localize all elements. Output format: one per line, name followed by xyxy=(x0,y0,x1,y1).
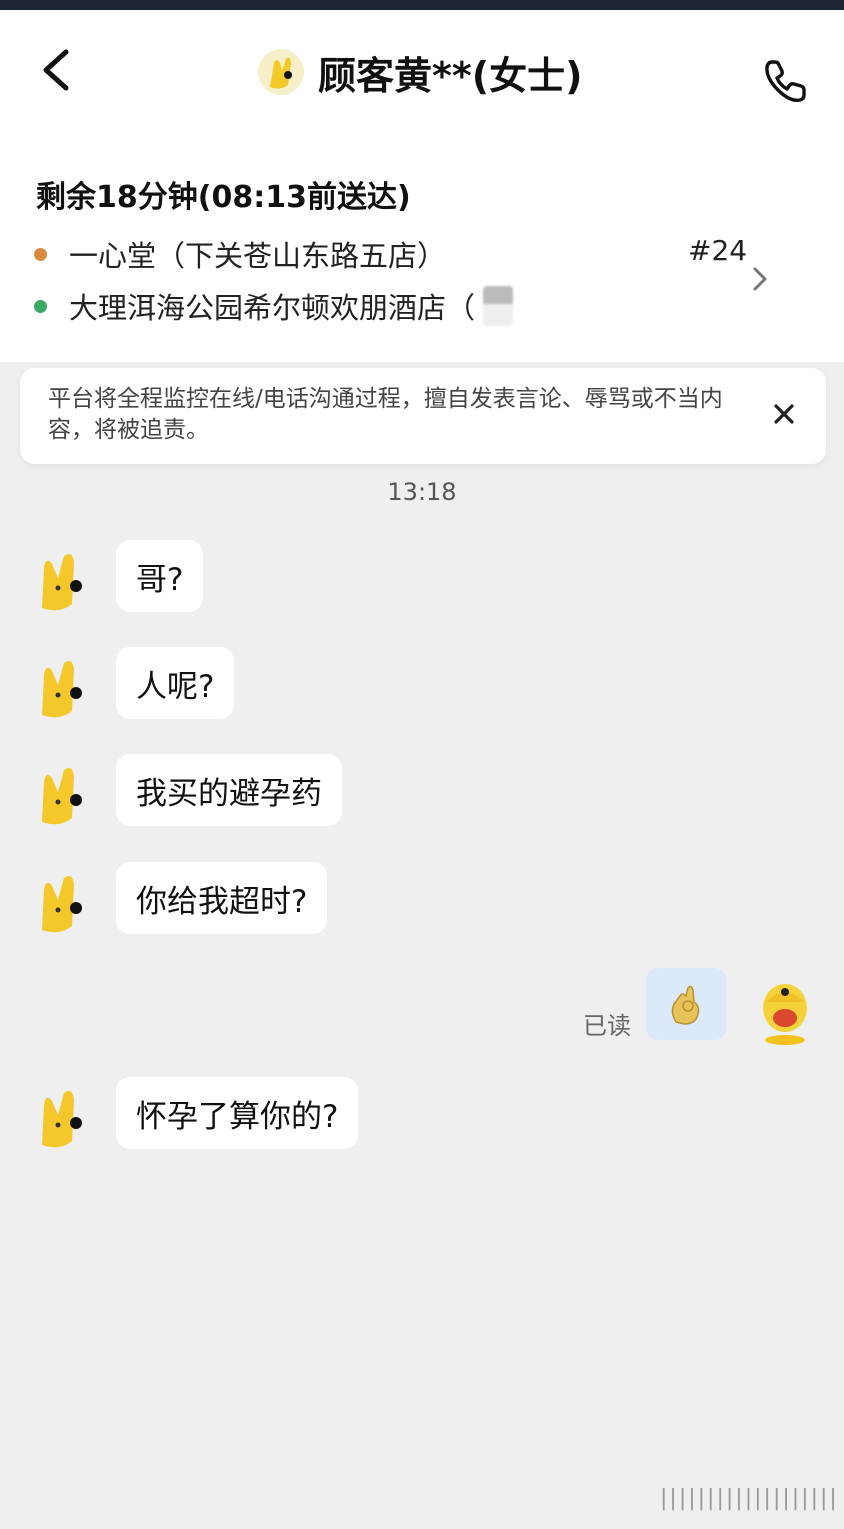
customer-avatar[interactable] xyxy=(34,870,90,938)
header-title-group: 顾客黄**(女士) xyxy=(258,46,582,98)
header: 顾客黄**(女士) xyxy=(0,10,844,150)
dropoff-stop: 大理洱海公园希尔顿欢朋酒店（ xyxy=(34,286,514,326)
message-bubble[interactable]: 人呢? xyxy=(116,647,235,719)
customer-avatar[interactable] xyxy=(34,548,90,616)
message-bubble[interactable]: 你给我超时? xyxy=(116,862,328,934)
pickup-stop: 一心堂（下关苍山东路五店） xyxy=(34,234,446,274)
chat-screen: 顾客黄**(女士) 剩余18分钟(08:13前送达) 一心堂（下关苍山东路五店）… xyxy=(0,0,844,1529)
close-icon[interactable] xyxy=(772,402,796,426)
customer-avatar[interactable] xyxy=(34,655,90,723)
notice-text: 平台将全程监控在线/电话沟通过程，擅自发表言论、辱骂或不当内容，将被追责。 xyxy=(48,386,723,443)
order-number: #24 xyxy=(688,234,748,267)
back-arrow-icon[interactable] xyxy=(36,46,80,94)
pickup-dot-icon xyxy=(34,247,47,261)
customer-avatar[interactable] xyxy=(34,762,90,830)
chevron-right-icon[interactable] xyxy=(750,264,770,294)
phone-icon[interactable] xyxy=(762,58,808,104)
chat-timestamp: 13:18 xyxy=(387,478,457,506)
message-bubble[interactable]: 怀孕了算你的? xyxy=(116,1077,359,1149)
message-bubble[interactable]: 哥? xyxy=(116,540,204,612)
monitoring-notice: 平台将全程监控在线/电话沟通过程，擅自发表言论、辱骂或不当内容，将被追责。 xyxy=(20,368,826,464)
status-bar xyxy=(0,0,844,10)
ok-hand-sticker-icon xyxy=(671,985,700,1025)
page-title: 顾客黄**(女士) xyxy=(318,53,583,98)
read-status: 已读 xyxy=(583,1012,631,1040)
customer-avatar[interactable] xyxy=(258,49,304,95)
message-bubble[interactable]: 我买的避孕药 xyxy=(116,754,342,826)
watermark: ||||||||||||||||||| xyxy=(660,1486,839,1511)
dropoff-name: 大理洱海公园希尔顿欢朋酒店（ xyxy=(69,291,476,325)
customer-avatar[interactable] xyxy=(34,1085,90,1153)
dropoff-dot-icon xyxy=(34,299,47,313)
order-panel[interactable]: 剩余18分钟(08:13前送达) 一心堂（下关苍山东路五店） #24 大理洱海公… xyxy=(0,150,844,362)
my-avatar[interactable] xyxy=(756,978,814,1046)
redacted-block xyxy=(483,286,514,326)
pickup-name: 一心堂（下关苍山东路五店） xyxy=(69,239,447,273)
delivery-eta: 剩余18分钟(08:13前送达) xyxy=(36,180,411,215)
